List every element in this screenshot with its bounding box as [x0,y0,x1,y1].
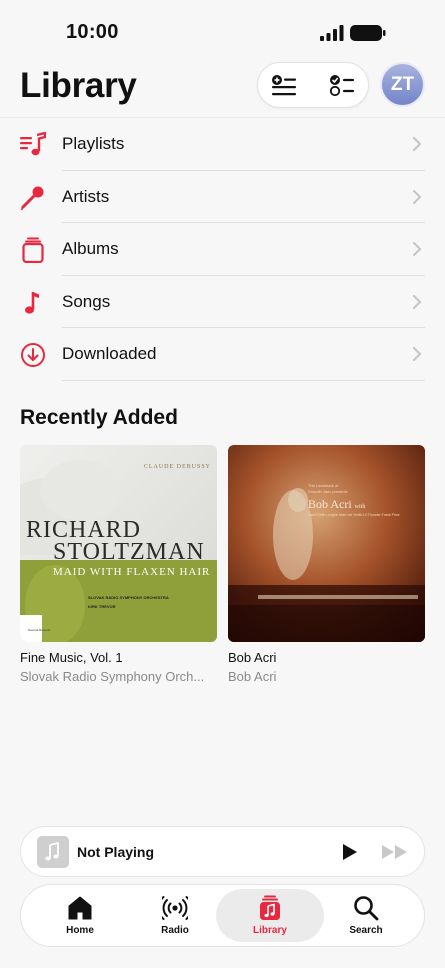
album-artwork [228,445,425,642]
fast-forward-icon[interactable] [381,843,409,861]
cover-record-label: Navona Records [28,628,51,632]
album-cover[interactable]: The Landmark of Smooth Jazz presents Bob… [228,445,425,642]
library-list: Playlists Artists Albums Songs Downloade… [0,118,445,381]
albums-icon [22,237,44,264]
play-icon[interactable] [342,843,358,861]
tab-label: Library [253,925,287,936]
playlists-icon [20,132,46,156]
tab-library[interactable]: Library [216,889,324,942]
tab-label: Radio [161,925,189,936]
library-item-label: Songs [62,291,111,311]
library-item-playlists[interactable]: Playlists [0,118,445,171]
library-icon [260,895,280,920]
album-cover[interactable]: CLAUDE DEBUSSY RICHARD STOLTZMAN MAID WI… [20,445,217,642]
chevron-right-icon [413,347,422,362]
chevron-right-icon [413,137,422,151]
cover-credit2: KIRK TREVOR [88,604,116,609]
cover-credits: Carlo Delle Lunghe Max Lee Smith Lil Thu… [308,513,400,517]
cover-credit1: SLOVAK RADIO SYMPHONY ORCHESTRA [88,595,169,600]
music-note-icon [45,841,59,861]
cover-top-line1: The Landmark of [308,483,339,488]
tab-radio[interactable]: Radio [126,885,224,946]
cover-subtitle: MAID WITH FLAXEN HAIR [53,566,211,578]
mini-player[interactable]: Not Playing [20,826,425,877]
album-artist: Bob Acri [228,669,277,684]
radio-icon [162,896,188,920]
album-title: Fine Music, Vol. 1 [20,650,123,665]
status-time: 10:00 [66,21,119,43]
download-circle-icon [21,343,45,368]
status-bar: 10:00 [0,0,445,62]
library-item-songs[interactable]: Songs [0,276,445,329]
add-to-list-icon[interactable] [271,74,297,98]
library-item-label: Albums [62,239,119,259]
cellular-signal-icon [320,25,344,41]
tab-label: Search [349,925,383,936]
header-actions [257,62,369,108]
library-item-downloaded[interactable]: Downloaded [0,328,445,381]
now-playing-artwork [37,836,69,868]
album-title: Bob Acri [228,650,277,665]
avatar[interactable]: ZT [380,62,425,107]
tab-search[interactable]: Search [317,885,415,946]
music-note-icon [25,291,39,314]
album-card[interactable]: CLAUDE DEBUSSY RICHARD STOLTZMAN MAID WI… [20,445,217,684]
battery-icon [350,25,386,41]
library-item-label: Artists [62,186,110,206]
album-artist: Slovak Radio Symphony Orch... [20,669,205,684]
chevron-right-icon [413,242,422,257]
library-item-label: Downloaded [62,344,157,364]
cover-name-text: Bob Acri [308,497,352,511]
page-title: Library [20,66,137,105]
chevron-right-icon [413,294,422,309]
tab-home[interactable]: Home [31,885,129,946]
tab-label: Home [66,925,94,936]
library-header: Library ZT [0,58,445,118]
section-title: Recently Added [20,406,178,429]
cover-top-line2: Smooth Jazz presents [308,489,348,494]
chevron-right-icon [413,189,422,204]
cover-name-suffix: with [354,504,366,510]
select-list-icon[interactable] [329,74,355,98]
search-icon [354,896,379,921]
cover-name: Bob Acri with [308,497,365,512]
now-playing-label: Not Playing [77,844,155,860]
cover-composer: CLAUDE DEBUSSY [143,464,211,470]
tab-bar: Home Radio Library Search [20,884,425,947]
library-item-label: Playlists [62,134,125,153]
row-divider [62,379,425,381]
album-card[interactable]: The Landmark of Smooth Jazz presents Bob… [228,445,425,684]
home-icon [68,896,92,920]
library-item-artists[interactable]: Artists [0,171,445,224]
cover-line2: STOLTZMAN [53,539,205,565]
library-item-albums[interactable]: Albums [0,223,445,276]
microphone-icon [20,186,44,210]
